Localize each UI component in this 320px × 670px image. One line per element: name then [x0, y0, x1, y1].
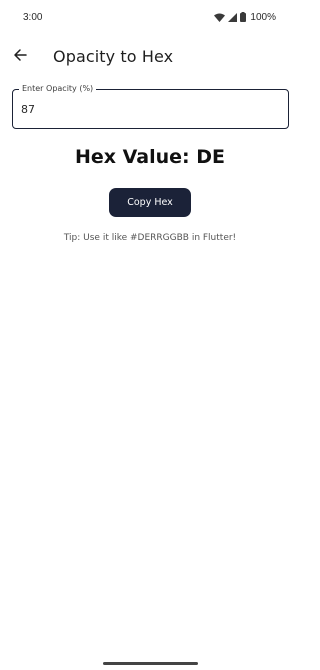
opacity-field[interactable]: Enter Opacity (%) — [12, 83, 289, 129]
status-time: 3:00 — [23, 11, 43, 23]
home-indicator[interactable] — [103, 662, 198, 665]
app-bar: Opacity to Hex — [0, 38, 300, 74]
hex-value-result: Hex Value: DE — [74, 146, 226, 168]
page-title: Opacity to Hex — [53, 46, 174, 66]
tip-text: Tip: Use it like #DERRGGBB in Flutter! — [63, 233, 237, 243]
battery-percentage: 100% — [250, 11, 276, 23]
cellular-signal-icon — [228, 12, 238, 22]
status-icons: 100% — [214, 12, 276, 23]
back-button[interactable] — [0, 38, 40, 74]
opacity-input[interactable] — [21, 100, 281, 118]
app-screen: 3:00 100% Opacity to Hex Enter Opacity (… — [0, 0, 300, 670]
wifi-icon — [214, 13, 226, 22]
status-bar: 3:00 100% — [0, 0, 300, 34]
arrow-left-icon — [13, 47, 27, 66]
copy-hex-button[interactable]: Copy Hex — [109, 188, 191, 217]
opacity-field-label: Enter Opacity (%) — [19, 83, 97, 95]
battery-icon — [240, 12, 247, 22]
